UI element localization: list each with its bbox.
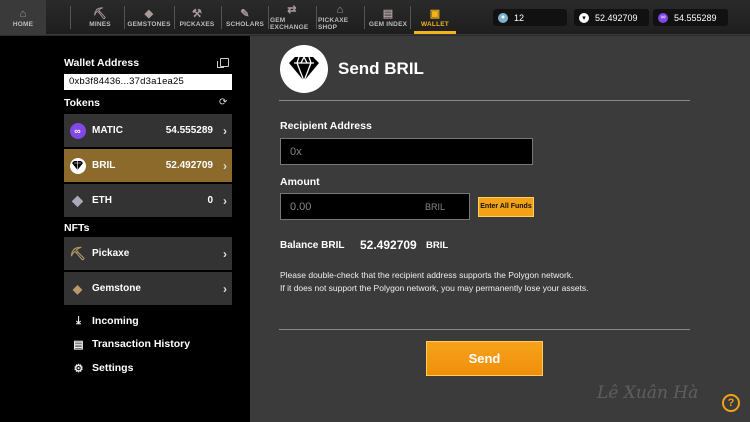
- nav-mines-label: MINES: [89, 20, 111, 28]
- nav-scholars-label: SCHOLARS: [225, 20, 265, 28]
- amount-input[interactable]: 0.00 BRIL: [280, 193, 470, 220]
- nav-pickaxe-shop[interactable]: ⌂ PICKAXE SHOP: [318, 0, 362, 35]
- gem-icon: ●: [498, 12, 508, 23]
- nav-pickaxe-shop-label: PICKAXE SHOP: [318, 17, 349, 31]
- nav-pickaxes-label: PICKAXES: [179, 20, 215, 28]
- amount-label: Amount: [280, 176, 320, 188]
- token-name: ETH: [92, 195, 112, 206]
- nav-gem-exchange[interactable]: ⇄ GEM EXCHANGE: [270, 0, 314, 35]
- history-icon: ▤: [73, 338, 84, 351]
- home-icon: ⌂: [19, 7, 27, 20]
- nft-name: Pickaxe: [92, 248, 130, 259]
- amount-unit: BRIL: [424, 201, 445, 212]
- watermark-signature: Lê Xuân Hà: [597, 383, 699, 403]
- scholar-icon: ✎: [240, 7, 250, 20]
- balance-value: 52.492709: [360, 238, 417, 252]
- gem-count: 12: [514, 12, 525, 23]
- wallet-address-label: Wallet Address: [64, 57, 140, 69]
- matic-balance-badge: ∞ 54.555289: [653, 9, 728, 26]
- token-value: 0: [207, 195, 213, 206]
- tokens-label: Tokens: [64, 97, 100, 109]
- mine-cart-icon: ⛏: [92, 7, 108, 20]
- menu-incoming[interactable]: ⤓ Incoming: [72, 314, 139, 328]
- divider-top: [279, 100, 690, 101]
- nav-scholars[interactable]: ✎ SCHOLARS: [224, 0, 266, 35]
- bril-balance: 52.492709: [595, 12, 638, 23]
- matic-balance: 54.555289: [674, 12, 717, 23]
- shop-icon: ⌂: [336, 4, 344, 16]
- app: ⌂ HOME ⛏ MINES ◆ GEMSTONES ⚒ PICKAXES ✎ …: [0, 0, 750, 422]
- recipient-placeholder: 0x: [290, 145, 302, 158]
- chevron-right-icon: ›: [223, 281, 227, 296]
- nft-name: Gemstone: [92, 283, 141, 294]
- token-row-eth[interactable]: ◆ ETH 0 ›: [64, 184, 232, 217]
- bril-icon: ▾: [579, 12, 589, 23]
- pickaxe-icon: ⚒: [191, 7, 203, 20]
- divider-bottom: [279, 329, 690, 330]
- nav-home[interactable]: ⌂ HOME: [0, 0, 46, 35]
- menu-transaction-history-label: Transaction History: [92, 338, 191, 350]
- index-icon: ▤: [382, 7, 394, 20]
- token-row-matic[interactable]: ∞ MATIC 54.555289 ›: [64, 114, 232, 147]
- recipient-address-label: Recipient Address: [280, 120, 372, 132]
- download-icon: ⤓: [76, 314, 81, 327]
- pickaxe-icon: ⛏: [69, 245, 86, 261]
- nav-gemstones-label: GEMSTONES: [127, 20, 171, 28]
- top-nav: ⌂ HOME ⛏ MINES ◆ GEMSTONES ⚒ PICKAXES ✎ …: [0, 0, 750, 35]
- token-name: BRIL: [92, 160, 116, 171]
- exchange-icon: ⇄: [287, 4, 297, 16]
- menu-settings[interactable]: ⚙ Settings: [72, 361, 134, 375]
- refresh-icon[interactable]: ⟳: [219, 97, 227, 108]
- balance-unit: BRIL: [426, 240, 449, 251]
- chevron-right-icon: ›: [223, 123, 227, 138]
- nft-row-pickaxe[interactable]: ⛏ Pickaxe ›: [64, 237, 232, 270]
- gemstone-icon: ◆: [72, 281, 83, 296]
- token-name: MATIC: [92, 125, 123, 136]
- wallet-icon: ▣: [429, 7, 441, 20]
- nft-row-gemstone[interactable]: ◆ Gemstone ›: [64, 272, 232, 305]
- token-value: 54.555289: [165, 125, 213, 136]
- nav-gem-index-label: GEM INDEX: [368, 20, 408, 28]
- nav-gem-index[interactable]: ▤ GEM INDEX: [368, 0, 408, 35]
- chevron-right-icon: ›: [223, 193, 227, 208]
- menu-incoming-label: Incoming: [92, 315, 139, 327]
- copy-icon[interactable]: [217, 58, 229, 68]
- chevron-right-icon: ›: [223, 158, 227, 173]
- nav-wallet[interactable]: ▣ WALLET: [414, 0, 456, 35]
- bril-icon: [69, 157, 86, 174]
- warning-line-2: If it does not support the Polygon netwo…: [280, 283, 589, 293]
- nav-gemstones[interactable]: ◆ GEMSTONES: [126, 0, 172, 35]
- recipient-address-input[interactable]: 0x: [280, 138, 533, 165]
- gem-count-badge: ● 12: [493, 9, 567, 26]
- nfts-label: NFTs: [64, 222, 90, 234]
- amount-placeholder: 0.00: [290, 200, 312, 213]
- nav-pickaxes[interactable]: ⚒ PICKAXES: [176, 0, 218, 35]
- page-title: Send BRIL: [338, 59, 424, 78]
- help-button[interactable]: ?: [722, 394, 740, 412]
- nav-wallet-label: WALLET: [421, 20, 449, 28]
- matic-icon: ∞: [658, 12, 668, 23]
- nav-gem-exchange-label: GEM EXCHANGE: [270, 17, 309, 31]
- chevron-right-icon: ›: [223, 246, 227, 261]
- token-row-bril[interactable]: BRIL 52.492709 ›: [64, 149, 232, 182]
- warning-line-1: Please double-check that the recipient a…: [280, 270, 574, 280]
- token-value: 52.492709: [165, 160, 213, 171]
- gear-icon: ⚙: [73, 362, 84, 375]
- wallet-address-field[interactable]: 0xb3f84436...37d3a1ea25: [64, 74, 232, 90]
- menu-transaction-history[interactable]: ▤ Transaction History: [72, 337, 190, 351]
- active-tab-indicator: [414, 31, 456, 34]
- nav-home-label: HOME: [12, 20, 34, 28]
- bril-logo-icon: [280, 45, 328, 93]
- matic-icon: ∞: [69, 122, 86, 139]
- menu-settings-label: Settings: [92, 362, 134, 374]
- nav-mines[interactable]: ⛏ MINES: [78, 0, 122, 35]
- eth-icon: ◆: [72, 192, 83, 208]
- bril-balance-badge: ▾ 52.492709: [574, 9, 649, 26]
- gem-icon: ◆: [144, 7, 154, 20]
- balance-label: Balance BRIL: [280, 240, 345, 251]
- enter-all-funds-button[interactable]: Enter All Funds: [478, 197, 534, 217]
- send-button[interactable]: Send: [426, 341, 543, 376]
